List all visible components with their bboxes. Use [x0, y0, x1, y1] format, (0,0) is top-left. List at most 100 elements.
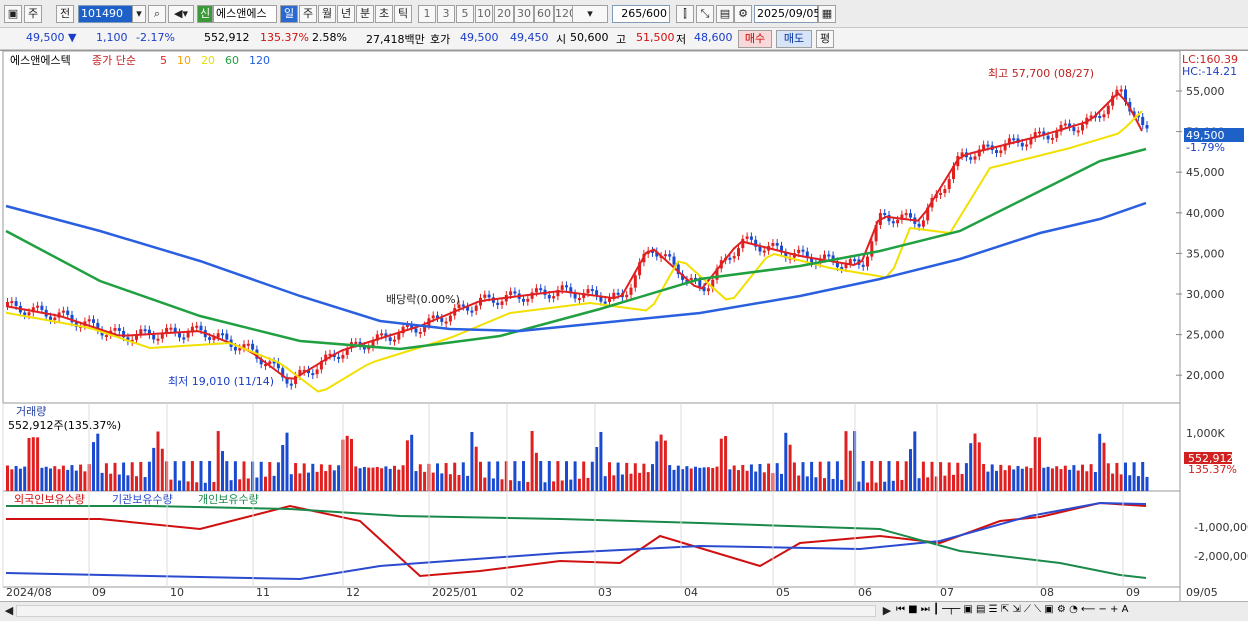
low-label: 저	[676, 33, 687, 46]
x-label: 03	[598, 586, 612, 599]
current-price: 49,500 ▼	[26, 31, 77, 44]
period-tab[interactable]: 틱	[394, 5, 412, 23]
low-price: 48,600	[694, 31, 733, 44]
interval-button[interactable]: 20	[494, 5, 514, 23]
price-tick: 40,000	[1186, 207, 1225, 220]
buy-button[interactable]: 매수	[738, 30, 772, 48]
stock-label: 에스앤에스텍	[10, 54, 71, 67]
x-label: 04	[684, 586, 698, 599]
interval-button[interactable]: 10	[475, 5, 493, 23]
x-label: 09	[1126, 586, 1140, 599]
x-label: 08	[1040, 586, 1054, 599]
x-label: 11	[256, 586, 270, 599]
ma-legend: 10	[177, 54, 191, 67]
chevron-down-icon[interactable]: ▾	[132, 5, 146, 23]
search-icon[interactable]: ⌕	[148, 5, 166, 23]
save-icon[interactable]: ▤	[716, 5, 734, 23]
period-tab[interactable]: 주	[299, 5, 317, 23]
amount: 27,418백만	[366, 33, 425, 46]
nav-icons[interactable]: ⏮ ■ ⏭ ┃ ─┬─ ▣ ▤ ☰ ⇱ ⇲ ⟋ ⟍ ▣ ⚙ ◔ ⟵ − + A	[896, 604, 1128, 615]
price-tick: 25,000	[1186, 329, 1225, 342]
interval-button[interactable]: 1	[418, 5, 436, 23]
x-label: 07	[940, 586, 954, 599]
period-tab[interactable]: 년	[337, 5, 355, 23]
ma-legend: 20	[201, 54, 215, 67]
low-note: 최저 19,010 (11/14)	[168, 375, 274, 388]
high-price: 51,500	[636, 31, 675, 44]
high-note: 최고 57,700 (08/27)	[988, 67, 1094, 80]
x-label: 06	[858, 586, 872, 599]
calendar-icon[interactable]: ▦	[818, 5, 836, 23]
interval-button[interactable]: 120	[554, 5, 576, 23]
code-input[interactable]: 101490	[78, 5, 138, 23]
date-input[interactable]: 2025/09/05	[754, 5, 820, 23]
x-label: 05	[776, 586, 790, 599]
open-price: 50,600	[570, 31, 609, 44]
hold-tick-1: -1,000,000	[1194, 521, 1248, 534]
volume: 552,912	[204, 31, 250, 44]
volume-title: 거래량	[16, 405, 46, 418]
turnover: 2.58%	[312, 31, 347, 44]
legend-title: 종가 단순	[92, 54, 136, 67]
new-badge: 신	[197, 5, 213, 23]
high-label: 고	[616, 33, 627, 46]
window-icon[interactable]: ▣	[4, 5, 22, 23]
x-label: 2024/08	[6, 586, 52, 599]
price-tick: 20,000	[1186, 369, 1225, 382]
period-tab[interactable]: 분	[356, 5, 374, 23]
ma-legend: 5	[160, 54, 167, 67]
bottom-bar: ◀ ▶ ⏮ ■ ⏭ ┃ ─┬─ ▣ ▤ ☰ ⇱ ⇲ ⟋ ⟍ ▣ ⚙ ◔ ⟵ − …	[0, 601, 1248, 621]
period-tab[interactable]: 일	[280, 5, 298, 23]
market-select[interactable]: 주	[24, 5, 42, 23]
interval-button[interactable]: 30	[514, 5, 534, 23]
x-label: 02	[510, 586, 524, 599]
x-label: 2025/01	[432, 586, 478, 599]
period-select[interactable]: ▾	[572, 5, 608, 23]
prev-button[interactable]: 전	[56, 5, 74, 23]
interval-button[interactable]: 60	[534, 5, 554, 23]
stock-name: 에스앤에스	[213, 5, 277, 23]
volume-tick: 1,000K	[1186, 427, 1225, 440]
current-rate-label: -1.79%	[1186, 141, 1225, 154]
price-tick: 45,000	[1186, 166, 1225, 179]
bid-price: 49,450	[510, 31, 549, 44]
change-rate: -2.17%	[136, 31, 175, 44]
period-tab[interactable]: 초	[375, 5, 393, 23]
eval-button[interactable]: 평	[816, 30, 834, 48]
hold-tick-2: -2,000,000	[1194, 550, 1248, 563]
price-tick: 30,000	[1186, 288, 1225, 301]
x-label: 09	[92, 586, 106, 599]
chart-area[interactable]: 55,00050,00045,00040,00035,00030,00025,0…	[0, 50, 1248, 602]
interval-button[interactable]: 5	[456, 5, 474, 23]
scroll-right-icon[interactable]: ▶	[880, 603, 894, 619]
hold-legend: 기관보유수량	[112, 493, 173, 506]
interval-button[interactable]: 3	[437, 5, 455, 23]
toolbar: ▣ 주 전 101490 ▾ ⌕ ◀▾ 신 에스앤에스 일주월년분초틱 1351…	[0, 0, 1248, 28]
ask-price: 49,500	[460, 31, 499, 44]
hold-legend: 개인보유수량	[198, 493, 259, 506]
count-input[interactable]: 265/600	[612, 5, 670, 23]
hold-legend: 외국인보유수량	[14, 493, 85, 506]
scrollbar[interactable]	[16, 605, 876, 617]
open-label: 시	[556, 33, 567, 46]
volume-info: 552,912주(135.37%)	[8, 419, 121, 432]
price-tick: 35,000	[1186, 247, 1225, 260]
quote-bar: 49,500 ▼ 1,100 -2.17% 552,912 135.37% 2.…	[0, 28, 1248, 50]
hoga-label: 호가	[430, 33, 451, 46]
period-tab[interactable]: 월	[318, 5, 336, 23]
sell-button[interactable]: 매도	[776, 30, 812, 48]
price-change: 1,100	[96, 31, 128, 44]
gear-icon[interactable]: ⚙	[734, 5, 752, 23]
speaker-icon[interactable]: ◀▾	[168, 5, 194, 23]
hc-value: HC:-14.21	[1182, 65, 1237, 78]
price-tick: 55,000	[1186, 85, 1225, 98]
price-chart[interactable]: 55,00050,00045,00040,00035,00030,00025,0…	[0, 50, 1248, 603]
x-end-label: 09/05	[1186, 586, 1218, 599]
line-tool-icon[interactable]: ⤡	[696, 5, 714, 23]
candle-icon[interactable]: ⫿	[676, 5, 694, 23]
volume-current-rate: 135.37%	[1188, 463, 1237, 476]
scroll-left-icon[interactable]: ◀	[2, 603, 16, 619]
x-label: 12	[346, 586, 360, 599]
ma-legend: 120	[249, 54, 270, 67]
dividend-note: 배당락(0.00%)	[386, 293, 460, 306]
